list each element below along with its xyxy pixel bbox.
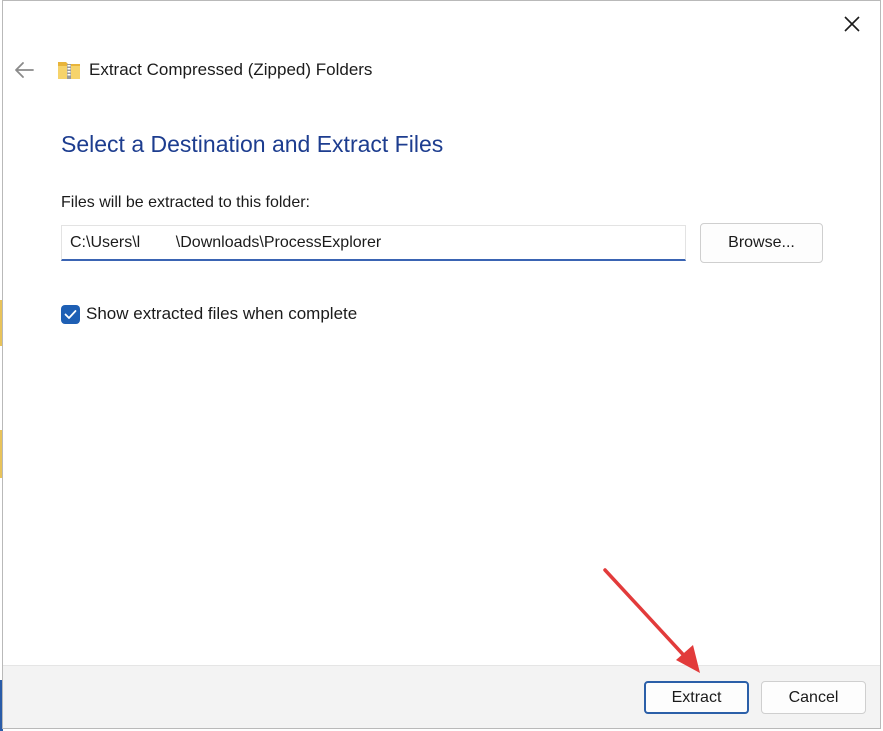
title-bar: Extract Compressed (Zipped) Folders [57, 57, 372, 83]
destination-path-input[interactable] [61, 225, 686, 261]
zip-folder-icon [58, 62, 80, 79]
back-button[interactable] [9, 55, 39, 85]
extract-dialog: Extract Compressed (Zipped) Folders Sele… [2, 0, 881, 729]
checkmark-icon [64, 309, 77, 319]
page-heading: Select a Destination and Extract Files [61, 131, 444, 157]
extract-button[interactable]: Extract [644, 681, 749, 714]
back-arrow-icon [15, 62, 34, 78]
show-files-option[interactable]: Show extracted files when complete [61, 304, 357, 324]
browse-button[interactable]: Browse... [700, 223, 823, 263]
window-title: Extract Compressed (Zipped) Folders [89, 60, 373, 79]
destination-label: Files will be extracted to this folder: [61, 194, 310, 211]
cancel-button[interactable]: Cancel [761, 681, 866, 714]
show-files-checkbox[interactable] [61, 304, 80, 324]
dialog-footer: Extract Cancel [3, 665, 880, 728]
show-files-label: Show extracted files when complete [86, 304, 358, 323]
close-button[interactable] [834, 7, 870, 41]
close-icon [844, 16, 860, 32]
